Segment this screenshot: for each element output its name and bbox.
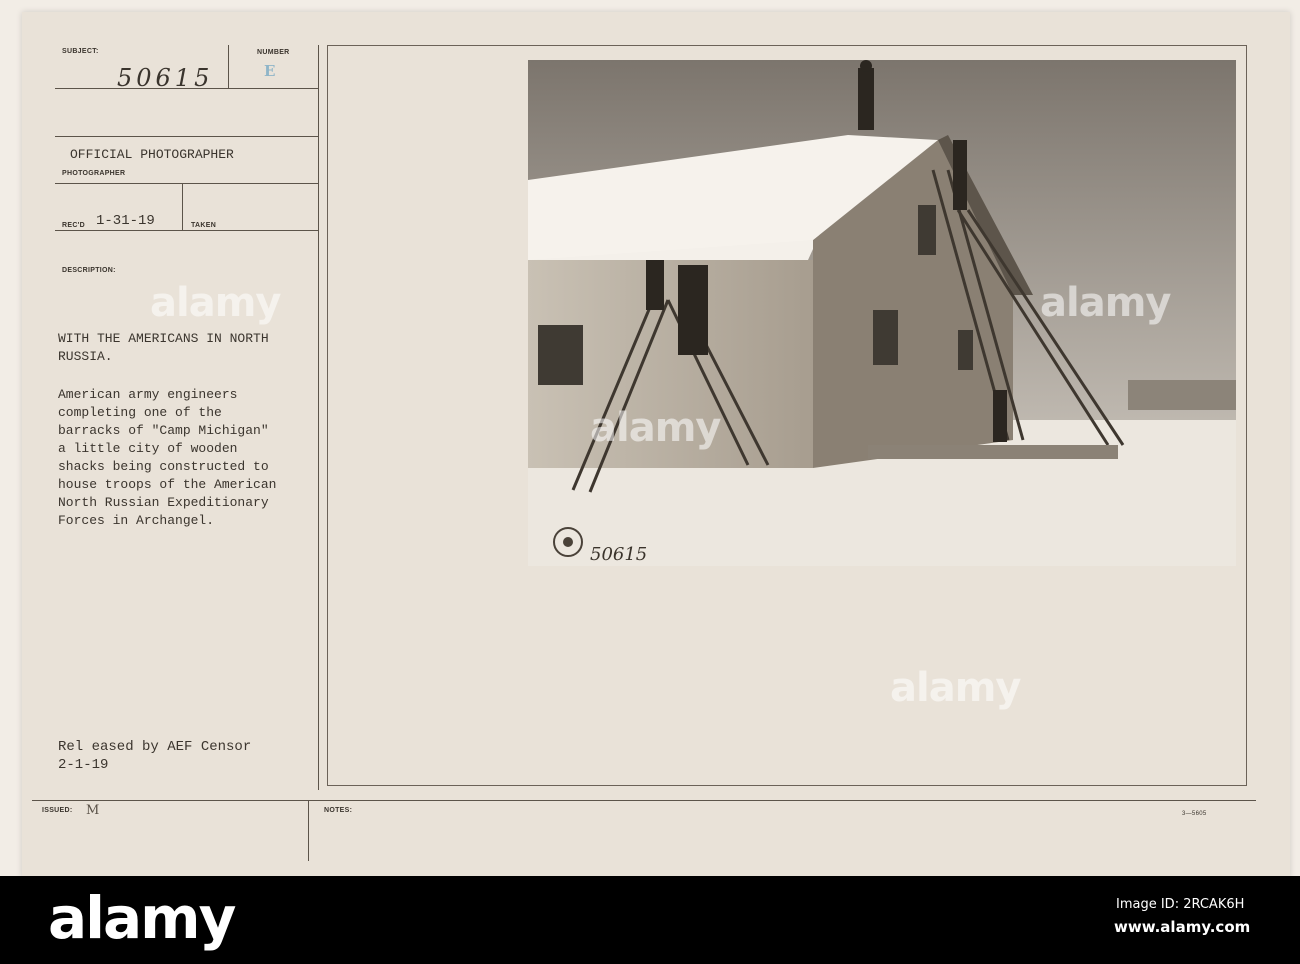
divider — [182, 184, 183, 231]
photographer-label: PHOTOGRAPHER — [62, 170, 126, 177]
recd-value: 1-31-19 — [96, 213, 155, 229]
divider — [55, 136, 318, 137]
description-label: DESCRIPTION: — [62, 267, 116, 274]
image-id: Image ID: 2RCAK6H — [1116, 897, 1245, 912]
taken-label: TAKEN — [191, 222, 217, 229]
recd-label: REC'D — [62, 222, 85, 229]
notes-label: NOTES: — [324, 807, 353, 814]
description-heading: WITH THE AMERICANS IN NORTH RUSSIA. — [58, 331, 269, 364]
divider — [55, 230, 318, 231]
column-divider — [318, 45, 319, 790]
divider — [228, 45, 229, 89]
divider — [55, 183, 318, 184]
form-code: 3—5605 — [1182, 811, 1207, 817]
number-stamp: E — [264, 62, 276, 80]
photo-handwritten-number: 50615 — [590, 544, 647, 565]
watermark: alamy — [1040, 280, 1171, 326]
subject-label: SUBJECT: — [62, 48, 99, 55]
issued-label: ISSUED: — [42, 807, 73, 814]
description-body: American army engineers completing one o… — [58, 387, 277, 528]
photographer-value: OFFICIAL PHOTOGRAPHER — [70, 147, 234, 162]
watermark: alamy — [890, 665, 1021, 711]
watermark: alamy — [150, 280, 281, 326]
watermark: alamy — [590, 405, 721, 451]
subject-number: 50615 — [117, 64, 214, 92]
alamy-logo: alamy — [48, 884, 236, 952]
issued-value: M — [86, 803, 100, 818]
number-label: NUMBER — [257, 49, 290, 56]
release-note: Rel eased by AEF Censor 2-1-19 — [58, 739, 252, 773]
divider — [308, 801, 309, 861]
bottom-divider — [32, 800, 1256, 801]
site-url[interactable]: www.alamy.com — [1114, 918, 1250, 936]
